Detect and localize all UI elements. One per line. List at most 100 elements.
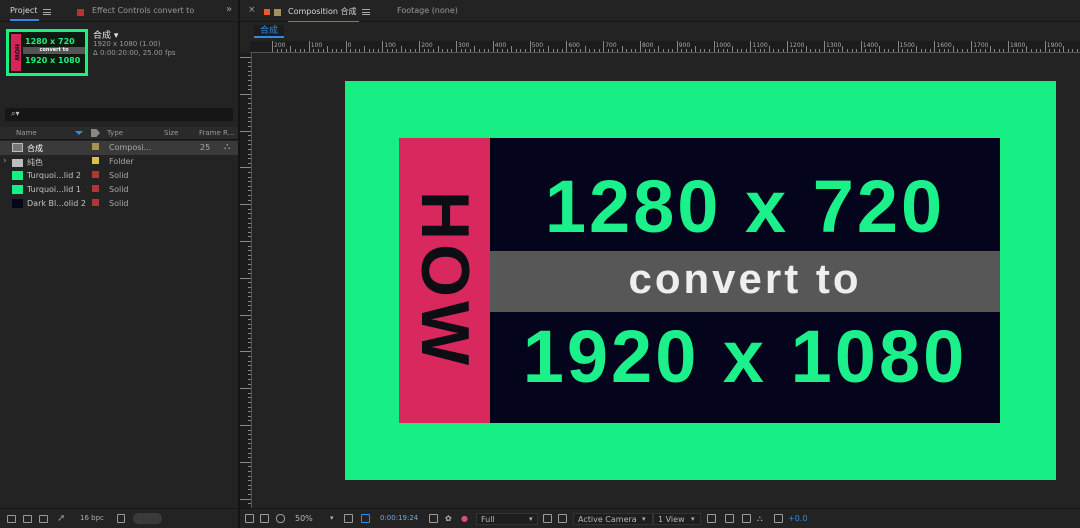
ruler-minor-tick (920, 49, 922, 52)
tab-footage[interactable]: Footage (none) (397, 6, 458, 15)
thumb-mid-text: convert to (23, 47, 85, 54)
ruler-tick (248, 84, 251, 86)
ruler-tick (248, 383, 251, 385)
ruler-tick (248, 480, 251, 482)
exposure-value[interactable]: +0.0 (788, 514, 807, 523)
monitor-icon[interactable] (260, 514, 269, 523)
col-frame-rate[interactable]: Frame R... (199, 129, 234, 137)
bpc-label[interactable]: 16 bpc (80, 514, 104, 522)
zoom-dropdown[interactable]: 50% (295, 514, 313, 523)
timeline-icon[interactable] (742, 514, 751, 523)
expand-arrow-icon[interactable]: › (3, 156, 7, 166)
lock-icon[interactable] (264, 9, 270, 15)
ruler-minor-tick (423, 49, 425, 52)
ruler-tick (248, 89, 251, 91)
tab-effect-controls[interactable]: Effect Controls convert to (92, 6, 194, 15)
ruler-tick (240, 314, 251, 316)
ruler-minor-tick (653, 49, 655, 52)
ruler-minor-tick (649, 49, 651, 52)
ruler-minor-tick (801, 49, 802, 52)
horizontal-ruler[interactable]: 200 100 0 100 200 300 400 500 600 700 800 900 1000 11… (250, 41, 1080, 53)
label-color-swatch[interactable] (92, 185, 99, 192)
region-of-interest-icon[interactable] (361, 514, 370, 523)
fit-icon[interactable] (344, 514, 353, 523)
ruler-minor-tick (497, 49, 499, 52)
ruler-minor-tick (998, 49, 1000, 52)
row-name: Turquoi...lid 2 (27, 171, 81, 180)
ruler-minor-tick (759, 49, 761, 52)
ruler-minor-tick (295, 49, 296, 52)
ruler-tick (240, 93, 251, 95)
label-color-swatch[interactable] (92, 171, 99, 178)
color-channels-icon[interactable]: ● (461, 514, 468, 523)
fast-previews-icon[interactable] (543, 514, 552, 523)
ruler-minor-tick (525, 49, 526, 52)
transparency-grid-icon[interactable] (558, 514, 567, 523)
comp-breadcrumb-chip[interactable]: 合成 (254, 25, 285, 38)
ruler-minor-tick (534, 49, 536, 52)
render-mode-icon[interactable] (725, 514, 734, 523)
trash-icon[interactable] (117, 514, 125, 523)
project-menu-icon[interactable] (43, 9, 51, 15)
solid-swatch-icon (12, 199, 23, 208)
close-icon[interactable]: × (248, 5, 256, 15)
ruler-minor-tick (414, 49, 416, 52)
col-type[interactable]: Type (107, 129, 123, 137)
ruler-tick (248, 254, 251, 256)
ruler-tick (248, 438, 251, 440)
project-row[interactable]: Turquoi...lid 2 Solid (0, 169, 238, 183)
thumb-side-text: HOW (11, 34, 21, 71)
vertical-ruler[interactable] (240, 53, 252, 509)
flowchart-icon[interactable]: ⛬ (224, 142, 230, 152)
project-row[interactable]: › 纯色 Folder (0, 155, 238, 169)
ruler-tick (248, 406, 251, 408)
ruler-minor-tick (985, 49, 986, 52)
col-name[interactable]: Name (16, 129, 37, 137)
snapshot-camera-icon[interactable] (429, 514, 438, 523)
new-folder-icon[interactable] (23, 515, 32, 523)
ruler-minor-tick (400, 46, 402, 52)
ruler-minor-tick (571, 49, 572, 52)
toggle-pixel-aspect-icon[interactable] (707, 514, 716, 523)
resolution-dropdown[interactable]: Full ▾ (476, 513, 538, 525)
ruler-minor-tick (548, 46, 549, 52)
flowchart-icon[interactable]: ⛬ (757, 514, 763, 524)
camera-dropdown[interactable]: Active Camera ▾ (573, 513, 653, 525)
project-row[interactable]: Turquoi...lid 1 Solid (0, 183, 238, 197)
reset-exposure-icon[interactable] (774, 514, 783, 523)
render-queue-icon[interactable]: ➚ (57, 513, 65, 524)
ruler-minor-tick (304, 49, 306, 52)
timecode[interactable]: 0:00:19:24 (380, 514, 418, 522)
tab-project[interactable]: Project (10, 6, 40, 21)
vr-glasses-icon[interactable] (276, 514, 285, 523)
ruler-major-tick (787, 41, 789, 52)
ruler-tick (248, 70, 251, 72)
tab-composition[interactable]: Composition 合成 (288, 6, 359, 23)
project-row[interactable]: Dark Bl...olid 2 Solid (0, 197, 238, 211)
col-size[interactable]: Size (164, 129, 178, 137)
ruler-tick (248, 457, 251, 459)
ruler-minor-tick (888, 49, 890, 52)
ruler-minor-tick (276, 49, 278, 52)
view-layout-dropdown[interactable]: 1 View ▾ (653, 513, 701, 525)
comp-menu-icon[interactable] (362, 9, 370, 15)
comp-thumbnail: HOW 1280 x 720 convert to 1920 x 1080 (6, 29, 88, 76)
show-snapshot-icon[interactable]: ✿ (445, 514, 452, 523)
always-preview-icon[interactable] (245, 514, 254, 523)
label-color-swatch[interactable] (92, 143, 99, 150)
label-tag-icon[interactable] (91, 129, 100, 137)
thumbnail-slider[interactable] (133, 513, 162, 524)
project-search-input[interactable]: ⌕▾ (5, 108, 233, 121)
ruler-minor-tick (966, 49, 968, 52)
ruler-minor-tick (359, 49, 361, 52)
ruler-major-tick (456, 41, 457, 52)
new-comp-icon[interactable] (39, 515, 48, 523)
double-chevron-right-icon[interactable]: » (226, 4, 232, 15)
ruler-minor-tick (285, 49, 287, 52)
ruler-minor-tick (778, 49, 779, 52)
label-color-swatch[interactable] (92, 199, 99, 206)
project-row[interactable]: 合成 Composi... 25 ⛬ (0, 141, 238, 155)
interpret-footage-icon[interactable] (7, 515, 16, 523)
sort-desc-icon[interactable] (75, 131, 83, 135)
label-color-swatch[interactable] (92, 157, 99, 164)
